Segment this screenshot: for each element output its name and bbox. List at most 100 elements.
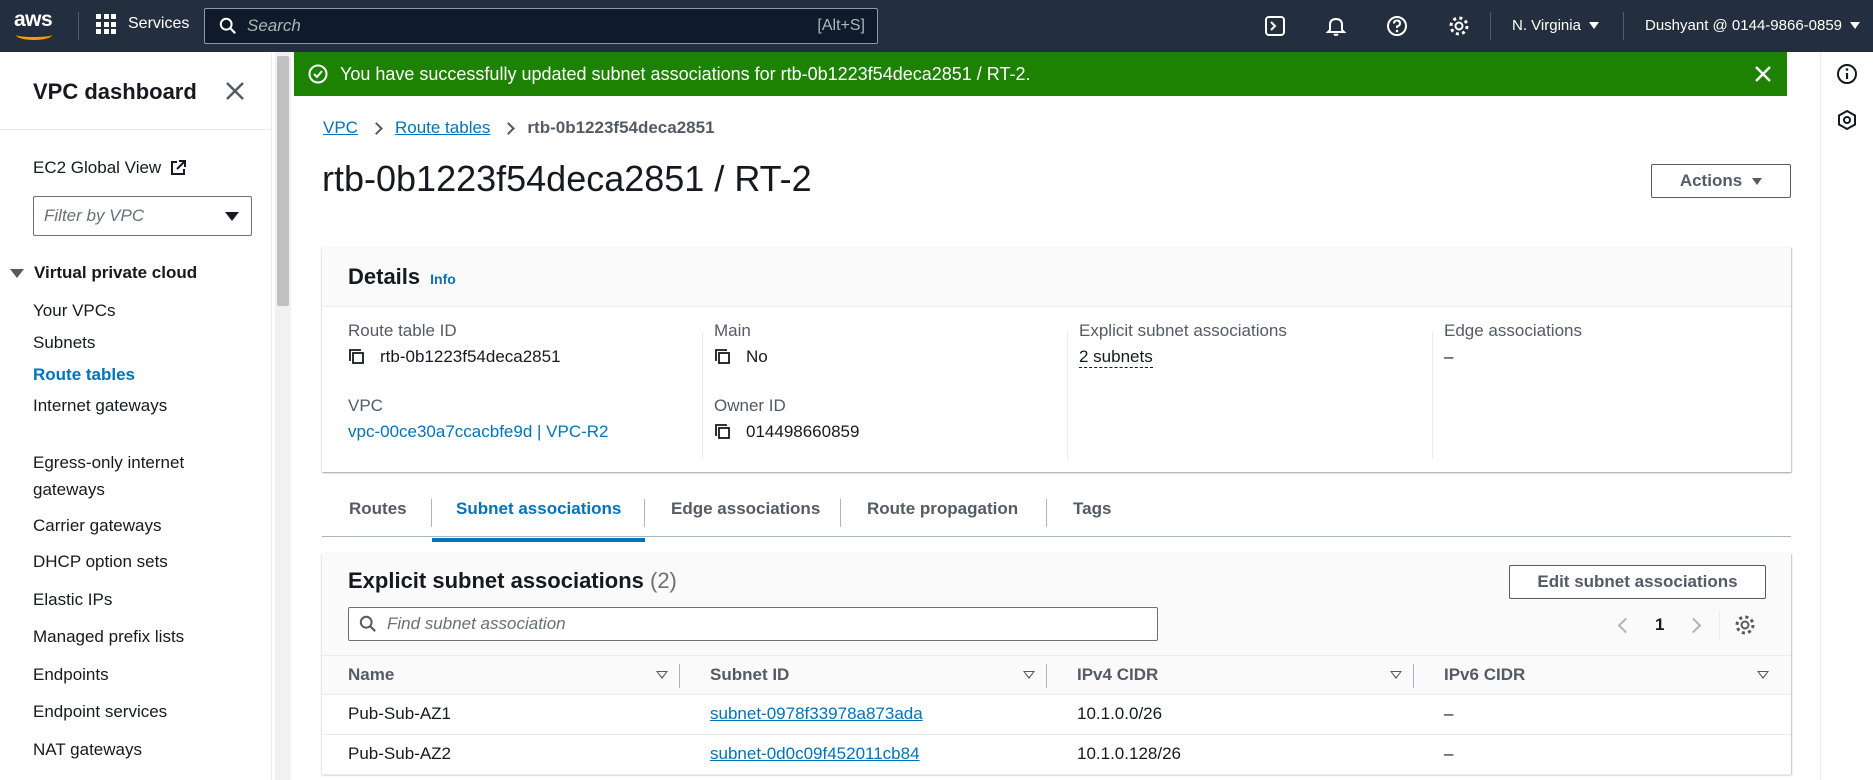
column-header-subnet-id[interactable]: Subnet ID xyxy=(710,665,789,685)
bell-icon[interactable] xyxy=(1324,14,1348,38)
sidebar-item-carrier-gateways[interactable]: Carrier gateways xyxy=(33,512,243,539)
sidebar-section-virtual-private-cloud[interactable]: Virtual private cloud xyxy=(10,263,197,283)
cell-ipv4: 10.1.0.128/26 xyxy=(1077,744,1181,763)
tab-route-propagation[interactable]: Route propagation xyxy=(867,499,1018,537)
column-header-ipv6-cidr[interactable]: IPv6 CIDR xyxy=(1444,665,1525,685)
find-subnet-association[interactable] xyxy=(348,607,1158,641)
table-row[interactable]: Pub-Sub-AZ2 subnet-0d0c09f452011cb84 10.… xyxy=(322,735,1791,775)
vpc-label: VPC xyxy=(348,396,383,415)
sidebar-item-endpoints[interactable]: Endpoints xyxy=(33,661,243,688)
chevron-left-icon[interactable] xyxy=(1617,617,1634,633)
column-divider[interactable] xyxy=(679,664,680,688)
info-link[interactable]: Info xyxy=(430,271,456,287)
cell-name: Pub-Sub-AZ1 xyxy=(348,704,451,723)
sidebar-divider xyxy=(0,129,272,130)
nav-divider xyxy=(1623,12,1624,40)
tab-edge-associations[interactable]: Edge associations xyxy=(671,499,820,537)
sidebar-item-route-tables[interactable]: Route tables xyxy=(33,361,243,388)
column-divider xyxy=(702,331,703,459)
column-header-ipv4-cidr[interactable]: IPv4 CIDR xyxy=(1077,665,1158,685)
find-subnet-association-input[interactable] xyxy=(387,614,1087,634)
info-icon[interactable] xyxy=(1836,63,1858,85)
region-label: N. Virginia xyxy=(1512,17,1581,34)
copy-icon[interactable] xyxy=(348,348,366,366)
nav-divider xyxy=(1490,12,1491,40)
vpc-link[interactable]: vpc-00ce30a7ccacbfe9d | VPC-R2 xyxy=(348,422,609,442)
subnet-associations-title: Explicit subnet associations (2) xyxy=(348,568,677,594)
column-header-name[interactable]: Name xyxy=(348,665,394,685)
route-table-id-text: rtb-0b1223f54deca2851 xyxy=(380,347,561,366)
vpc-filter-placeholder: Filter by VPC xyxy=(44,206,145,225)
cell-name: Pub-Sub-AZ2 xyxy=(348,744,451,763)
search-icon xyxy=(359,615,376,632)
sidebar-item-nat-gateways[interactable]: NAT gateways xyxy=(33,736,243,763)
aws-logo[interactable]: aws xyxy=(14,9,56,40)
explicit-subnet-associations-label: Explicit subnet associations xyxy=(1079,321,1287,340)
global-search[interactable]: [Alt+S] xyxy=(204,8,878,44)
top-navigation: aws Services [Alt+S] N. Virginia Dushyan… xyxy=(0,0,1873,52)
scrollbar-thumb[interactable] xyxy=(277,56,289,306)
sidebar-item-your-vpcs[interactable]: Your VPCs xyxy=(33,297,243,324)
breadcrumb-current: rtb-0b1223f54deca2851 xyxy=(527,118,715,137)
page-number[interactable]: 1 xyxy=(1655,615,1664,635)
caret-down-icon xyxy=(225,212,239,221)
sidebar-item-elastic-ips[interactable]: Elastic IPs xyxy=(33,586,243,613)
chevron-right-icon xyxy=(370,121,383,135)
sort-icon[interactable] xyxy=(656,671,668,679)
sidebar-item-managed-prefix-lists[interactable]: Managed prefix lists xyxy=(33,623,243,650)
account-label: Dushyant @ 0144-9866-0859 xyxy=(1645,17,1843,34)
feedback-icon[interactable] xyxy=(1836,109,1858,131)
edit-subnet-associations-button[interactable]: Edit subnet associations xyxy=(1509,565,1766,599)
gear-icon[interactable] xyxy=(1734,614,1756,636)
tab-divider xyxy=(1046,499,1047,527)
close-icon[interactable] xyxy=(224,80,246,102)
owner-id-label: Owner ID xyxy=(714,396,786,415)
explicit-subnet-associations-link[interactable]: 2 subnets xyxy=(1079,347,1153,368)
chevron-right-icon xyxy=(502,121,516,135)
sidebar-scrollbar[interactable] xyxy=(275,52,291,780)
edge-associations-value: – xyxy=(1444,347,1454,366)
ec2-global-view-link[interactable]: EC2 Global View xyxy=(33,158,187,178)
search-shortcut: [Alt+S] xyxy=(817,17,865,34)
tab-tags[interactable]: Tags xyxy=(1073,499,1111,537)
copy-icon[interactable] xyxy=(714,348,732,366)
tab-subnet-associations[interactable]: Subnet associations xyxy=(432,499,646,542)
sidebar-item-egress-only-internet-gateways[interactable]: Egress-only internet gateways xyxy=(33,449,243,503)
sort-icon[interactable] xyxy=(1023,671,1035,679)
column-divider[interactable] xyxy=(1046,664,1047,688)
sidebar-item-endpoint-services[interactable]: Endpoint services xyxy=(33,698,243,725)
column-divider[interactable] xyxy=(1413,664,1414,688)
account-menu[interactable]: Dushyant @ 0144-9866-0859 xyxy=(1645,17,1861,34)
search-input[interactable] xyxy=(247,16,767,36)
vpc-filter-select[interactable]: Filter by VPC xyxy=(33,196,252,236)
cloudshell-icon[interactable] xyxy=(1263,14,1287,38)
subnet-id-link[interactable]: subnet-0d0c09f452011cb84 xyxy=(710,744,920,763)
sidebar-item-dhcp-option-sets[interactable]: DHCP option sets xyxy=(33,548,243,575)
chevron-right-icon[interactable] xyxy=(1686,617,1702,633)
close-icon[interactable] xyxy=(1753,64,1773,84)
help-icon[interactable] xyxy=(1385,14,1409,38)
settings-icon[interactable] xyxy=(1447,14,1471,38)
sort-icon[interactable] xyxy=(1757,671,1769,679)
sidebar-item-subnets[interactable]: Subnets xyxy=(33,329,243,356)
pagination: 1 xyxy=(1617,611,1756,639)
subnet-associations-count: (2) xyxy=(650,568,677,593)
services-menu[interactable]: Services xyxy=(96,14,189,34)
actions-button[interactable]: Actions xyxy=(1651,164,1791,198)
tab-divider xyxy=(840,499,841,527)
chevron-down-icon xyxy=(1850,22,1861,29)
sidebar-item-internet-gateways[interactable]: Internet gateways xyxy=(33,392,243,419)
region-selector[interactable]: N. Virginia xyxy=(1512,17,1599,34)
sort-icon[interactable] xyxy=(1390,671,1402,679)
table-header: Name Subnet ID IPv4 CIDR IPv6 CIDR xyxy=(322,655,1791,695)
search-icon xyxy=(219,17,236,34)
copy-icon[interactable] xyxy=(714,423,732,441)
breadcrumb-vpc[interactable]: VPC xyxy=(323,118,358,138)
subnet-id-link[interactable]: subnet-0978f33978a873ada xyxy=(710,704,923,723)
route-table-id-value: rtb-0b1223f54deca2851 xyxy=(348,347,561,367)
tab-routes[interactable]: Routes xyxy=(349,499,407,537)
sidebar-title[interactable]: VPC dashboard xyxy=(33,79,197,105)
breadcrumb-route-tables[interactable]: Route tables xyxy=(395,118,490,138)
details-header: Details Info xyxy=(322,247,1791,307)
table-row[interactable]: Pub-Sub-AZ1 subnet-0978f33978a873ada 10.… xyxy=(322,695,1791,735)
